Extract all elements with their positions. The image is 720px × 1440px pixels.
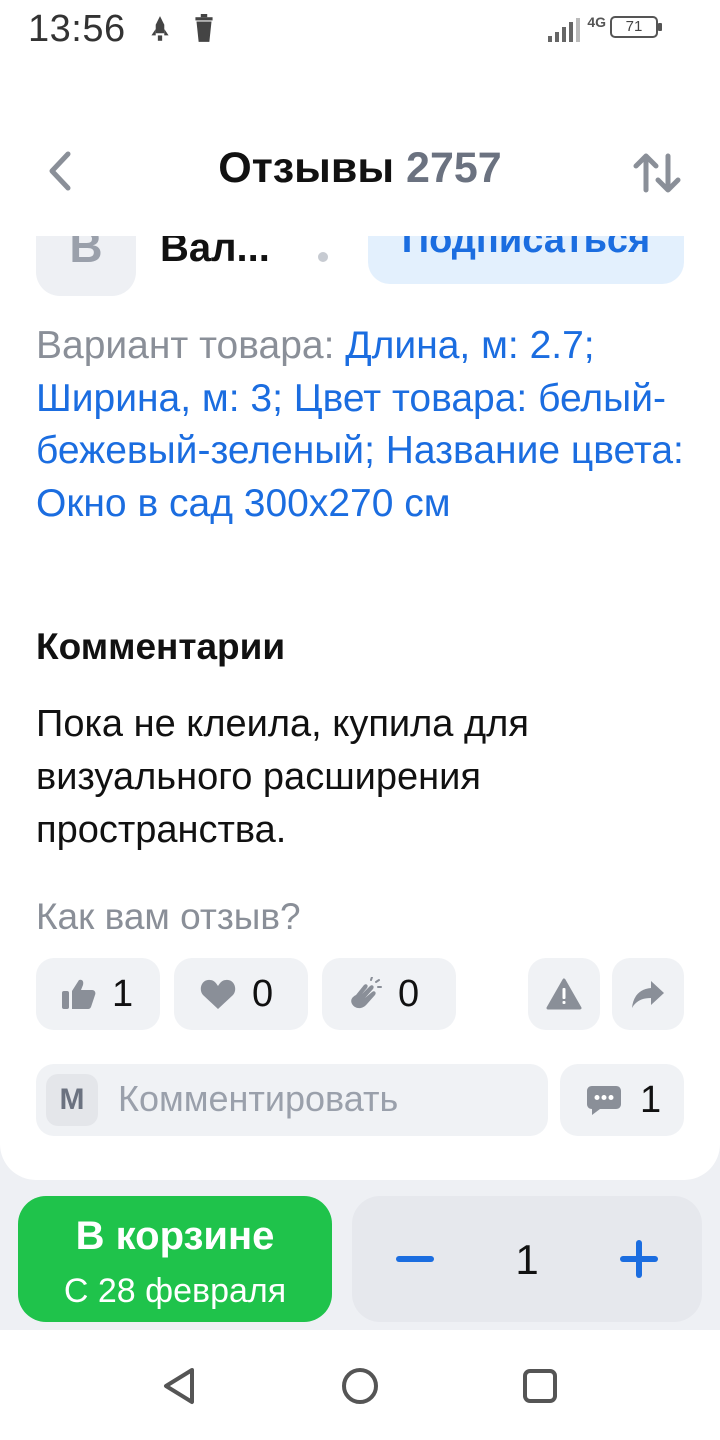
rate-review-question: Как вам отзыв? bbox=[36, 896, 301, 937]
author-name[interactable]: Вал... bbox=[160, 236, 270, 271]
status-bar: 13:56 4G 71 bbox=[0, 0, 720, 64]
thumbs-up-icon bbox=[62, 979, 96, 1009]
chat-bubble-icon bbox=[587, 1086, 621, 1115]
battery-level: 71 bbox=[625, 18, 643, 35]
quantity-stepper: 1 bbox=[352, 1196, 702, 1322]
comment-input[interactable]: М Комментировать bbox=[36, 1064, 548, 1136]
page-title-text: Отзывы bbox=[218, 144, 395, 192]
heart-icon bbox=[200, 979, 236, 1009]
heart-button[interactable]: 0 bbox=[174, 958, 308, 1030]
user-avatar: М bbox=[46, 1074, 98, 1126]
variant-label: Вариант товара: bbox=[36, 324, 335, 367]
share-button[interactable] bbox=[612, 958, 684, 1030]
network-type: 4G bbox=[587, 14, 606, 30]
increase-quantity-button[interactable] bbox=[620, 1240, 658, 1278]
signal-icon bbox=[548, 18, 580, 42]
clap-count: 0 bbox=[398, 972, 420, 1015]
share-arrow-icon bbox=[632, 981, 664, 1008]
battery-indicator: 71 bbox=[610, 16, 662, 38]
like-button[interactable]: 1 bbox=[36, 958, 160, 1030]
system-navigation-bar bbox=[0, 1330, 720, 1440]
comments-heading: Комментарии bbox=[36, 626, 286, 667]
nav-home-icon[interactable] bbox=[338, 1364, 382, 1408]
review-comment-text: Пока не клеила, купила для визуального р… bbox=[36, 703, 529, 851]
clap-button[interactable]: 0 bbox=[322, 958, 456, 1030]
trash-icon bbox=[195, 14, 213, 42]
bottom-action-bar: В корзине С 28 февраля 1 bbox=[0, 1180, 720, 1330]
cart-button-label: В корзине bbox=[75, 1214, 275, 1258]
heart-count: 0 bbox=[252, 972, 274, 1015]
sort-icon[interactable] bbox=[630, 146, 684, 200]
review-card: В Вал... Подписаться Вариант товара: Дли… bbox=[0, 236, 720, 1180]
like-count: 1 bbox=[112, 972, 134, 1015]
delivery-date: С 28 февраля bbox=[63, 1272, 287, 1310]
subscribe-button[interactable]: Подписаться bbox=[368, 236, 684, 284]
status-time: 13:56 bbox=[28, 8, 126, 50]
clap-icon bbox=[351, 977, 382, 1009]
warning-icon bbox=[546, 978, 582, 1010]
product-variant: Вариант товара: Длина, м: 2.7; Ширина, м… bbox=[36, 320, 686, 530]
author-avatar[interactable]: В bbox=[36, 236, 136, 296]
comments-button[interactable]: 1 bbox=[560, 1064, 684, 1136]
reviews-count: 2757 bbox=[406, 144, 502, 192]
report-button[interactable] bbox=[528, 958, 600, 1030]
rocket-icon bbox=[151, 16, 169, 41]
header: Отзывы 2757 bbox=[0, 64, 720, 236]
comment-placeholder: Комментировать bbox=[118, 1078, 399, 1119]
nav-recents-icon[interactable] bbox=[518, 1364, 562, 1408]
in-cart-button[interactable]: В корзине С 28 февраля bbox=[18, 1196, 332, 1322]
page-title: Отзывы 2757 bbox=[0, 144, 720, 193]
nav-back-icon[interactable] bbox=[158, 1364, 202, 1408]
author-separator-dot bbox=[318, 252, 328, 262]
comments-count: 1 bbox=[640, 1078, 662, 1121]
